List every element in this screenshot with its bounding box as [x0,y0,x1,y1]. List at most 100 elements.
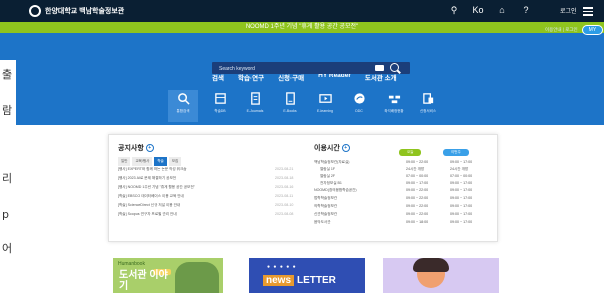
banner-title: Humanbook [118,261,145,267]
notices-header[interactable]: 공지사항 + [118,143,154,153]
tab-events[interactable]: 교육/행사 [132,157,153,166]
menu-icon[interactable] [583,5,593,16]
seal-icon [29,5,41,17]
hours-row: 의학학술정보관 09:00 ~ 22:00 09:00 ~ 17:00 [314,204,490,211]
guide-link[interactable]: 이용안내 | 로그인 [545,27,578,33]
quick-link-ddc[interactable]: DDC [344,90,374,122]
hours-row: 법학학술정보관 09:00 ~ 22:00 09:00 ~ 17:00 [314,196,490,203]
hours-today: 09:00 ~ 22:00 [406,160,429,164]
tab-recruit[interactable]: 모집 [168,157,182,166]
notice-row[interactable]: [행사] NOOMD 1주년 기념 "휴게 활용 공간 공모전" 2023-08-… [118,185,304,192]
hours-place: 전자정보실 B1 [320,181,342,185]
banner-dots: ● ● ● ● ● [267,264,297,270]
quick-link-elearning[interactable]: E-learning [310,90,340,122]
notice-date: 2023-08-10 [275,203,294,207]
quick-link-ebooks[interactable]: E-Books [275,90,305,122]
hours-row: 백남학술정보관(자료실) 09:00 ~ 22:00 09:00 ~ 17:00 [314,160,490,167]
humanbook-banner[interactable]: Humanbook 도서관 이야기 [113,258,223,293]
quick-link-services[interactable]: 신청서비스 [413,90,443,122]
notice-row[interactable]: [행사] 2023 AI로 문제 해결하기 공모전 2023-08-18 [118,176,304,183]
home-icon[interactable]: ⌂ [496,5,508,16]
notice-title: [학술] Scopus 연구자 프로필 관리 안내 [118,212,177,216]
top-icons: ⚲ Ko ⌂ ? [448,5,532,16]
my-button[interactable]: MY [581,25,604,35]
search-input[interactable] [217,62,371,76]
quick-link-label: E-Journals [246,109,264,113]
service-icon [422,93,433,104]
hours-row: 열람실 1F 24시간 개방 24시간 개방 [314,167,490,174]
notice-row[interactable]: [학술] EBSCO 데이터베이스 이용 교육 안내 2023-08-11 [118,194,304,201]
hours-today: 09:00 ~ 22:00 [406,188,429,192]
logo-text: 한양대학교 백남학술정보관 [45,8,125,15]
today-button[interactable]: 오늘 [399,149,422,156]
quick-link-label: 좌석배정현황 [384,109,404,113]
newsletter-banner[interactable]: ● ● ● ● ● news LETTER [249,258,365,293]
search-icon[interactable]: ⚲ [448,5,460,16]
notice-title: [행사] NOOMD 1주년 기념 "휴게 활용 공간 공모전" [118,185,195,189]
notices-title: 공지사항 [118,145,144,152]
hours-place: 열람실 1F [320,167,336,171]
hours-week: 09:00 ~ 17:00 [450,160,473,164]
illustration-banner[interactable] [383,258,499,293]
database-icon [214,93,226,104]
hair-illustration [413,258,449,272]
plus-icon[interactable]: + [145,144,154,153]
hours-place: 의학학술정보관 [314,204,338,208]
notice-title: [행사] 2023 AI로 문제 해결하기 공모전 [118,176,177,180]
ddc-icon [353,93,365,104]
quick-link-db[interactable]: 학술DB [205,90,235,122]
notice-bar[interactable]: NOOMD 1주년 기념 "휴게 활용 공간 공모전" [0,22,604,33]
plus-icon[interactable]: + [341,144,350,153]
hours-row: 전자정보실 B1 09:00 ~ 17:00 09:00 ~ 17:00 [314,181,490,188]
university-logo[interactable]: 한양대학교 백남학술정보관 [29,4,124,18]
search-icon [177,93,190,105]
top-bar: 한양대학교 백남학술정보관 ⚲ Ko ⌂ ? 로그인 [0,0,604,22]
hours-today: 07:00 ~ 00:00 [406,174,429,178]
tree-illustration [175,262,219,293]
banner-news-text: news [263,275,295,286]
overlay-char: p [2,208,9,221]
notice-tabs: 일반 교육/행사 학술 모집 [118,157,182,166]
hours-today: 09:00 ~ 17:00 [406,181,429,185]
notice-date: 2023-08-16 [275,185,294,189]
ejournal-icon [250,92,260,105]
banner-main-text: 도서관 이야기 [119,270,168,292]
info-panel: 공지사항 + 일반 교육/행사 학술 모집 [행사] EXPERT와 함께 하는 … [108,134,498,242]
quick-link-search[interactable]: 통합검색 [168,90,198,122]
notice-date: 2023-08-08 [275,212,294,216]
hours-header[interactable]: 이용시간 + [314,143,350,153]
notice-date: 2023-08-11 [275,194,294,198]
elearning-icon [318,94,332,103]
help-icon[interactable]: ? [520,5,532,16]
hours-row: 열람실 2F 07:00 ~ 00:00 07:00 ~ 00:00 [314,174,490,181]
tab-general[interactable]: 일반 [118,157,131,166]
keyboard-icon[interactable] [375,65,384,71]
quick-link-label: E-Books [283,109,297,113]
quick-link-label: 통합검색 [176,109,190,113]
login-link[interactable]: 로그인 [560,6,577,15]
week-button[interactable]: 이번주 [443,149,469,156]
tab-academic[interactable]: 학술 [154,157,167,166]
hours-row: 음악도서관 09:00 ~ 18:00 09:00 ~ 17:00 [314,220,490,227]
hours-week: 09:00 ~ 17:00 [450,212,473,216]
quick-link-label: 학술DB [214,109,226,113]
quick-link-ejournals[interactable]: E-Journals [240,90,270,122]
notice-row[interactable]: [학술] ScienceDirect 신규 저널 이용 안내 2023-08-10 [118,203,304,210]
quick-link-seats[interactable]: 좌석배정현황 [379,90,409,122]
left-overlay: 출 람 리 p 어 [0,60,16,293]
hours-week: 09:00 ~ 17:00 [450,181,473,185]
hours-week: 09:00 ~ 17:00 [450,204,473,208]
hours-row: NOOMD(창의융합학습공간) 09:00 ~ 22:00 09:00 ~ 17:0… [314,188,490,195]
quick-link-label: 신청서비스 [419,109,437,113]
overlay-char: 어 [2,242,13,255]
notice-row[interactable]: [학술] Scopus 연구자 프로필 관리 안내 2023-08-08 [118,212,304,219]
ko-lang-icon[interactable]: Ko [472,5,484,16]
hours-place: 음악도서관 [314,220,331,224]
notice-date: 2023-08-21 [275,167,294,171]
hours-today: 09:00 ~ 22:00 [406,212,429,216]
hours-week: 09:00 ~ 17:00 [450,188,473,192]
hours-today: 09:00 ~ 22:00 [406,196,429,200]
search-icon[interactable] [390,63,399,72]
hours-week: 09:00 ~ 17:00 [450,220,473,224]
notice-row[interactable]: [행사] EXPERT와 함께 하는 논문 작성 워크숍 2023-08-21 [118,167,304,174]
